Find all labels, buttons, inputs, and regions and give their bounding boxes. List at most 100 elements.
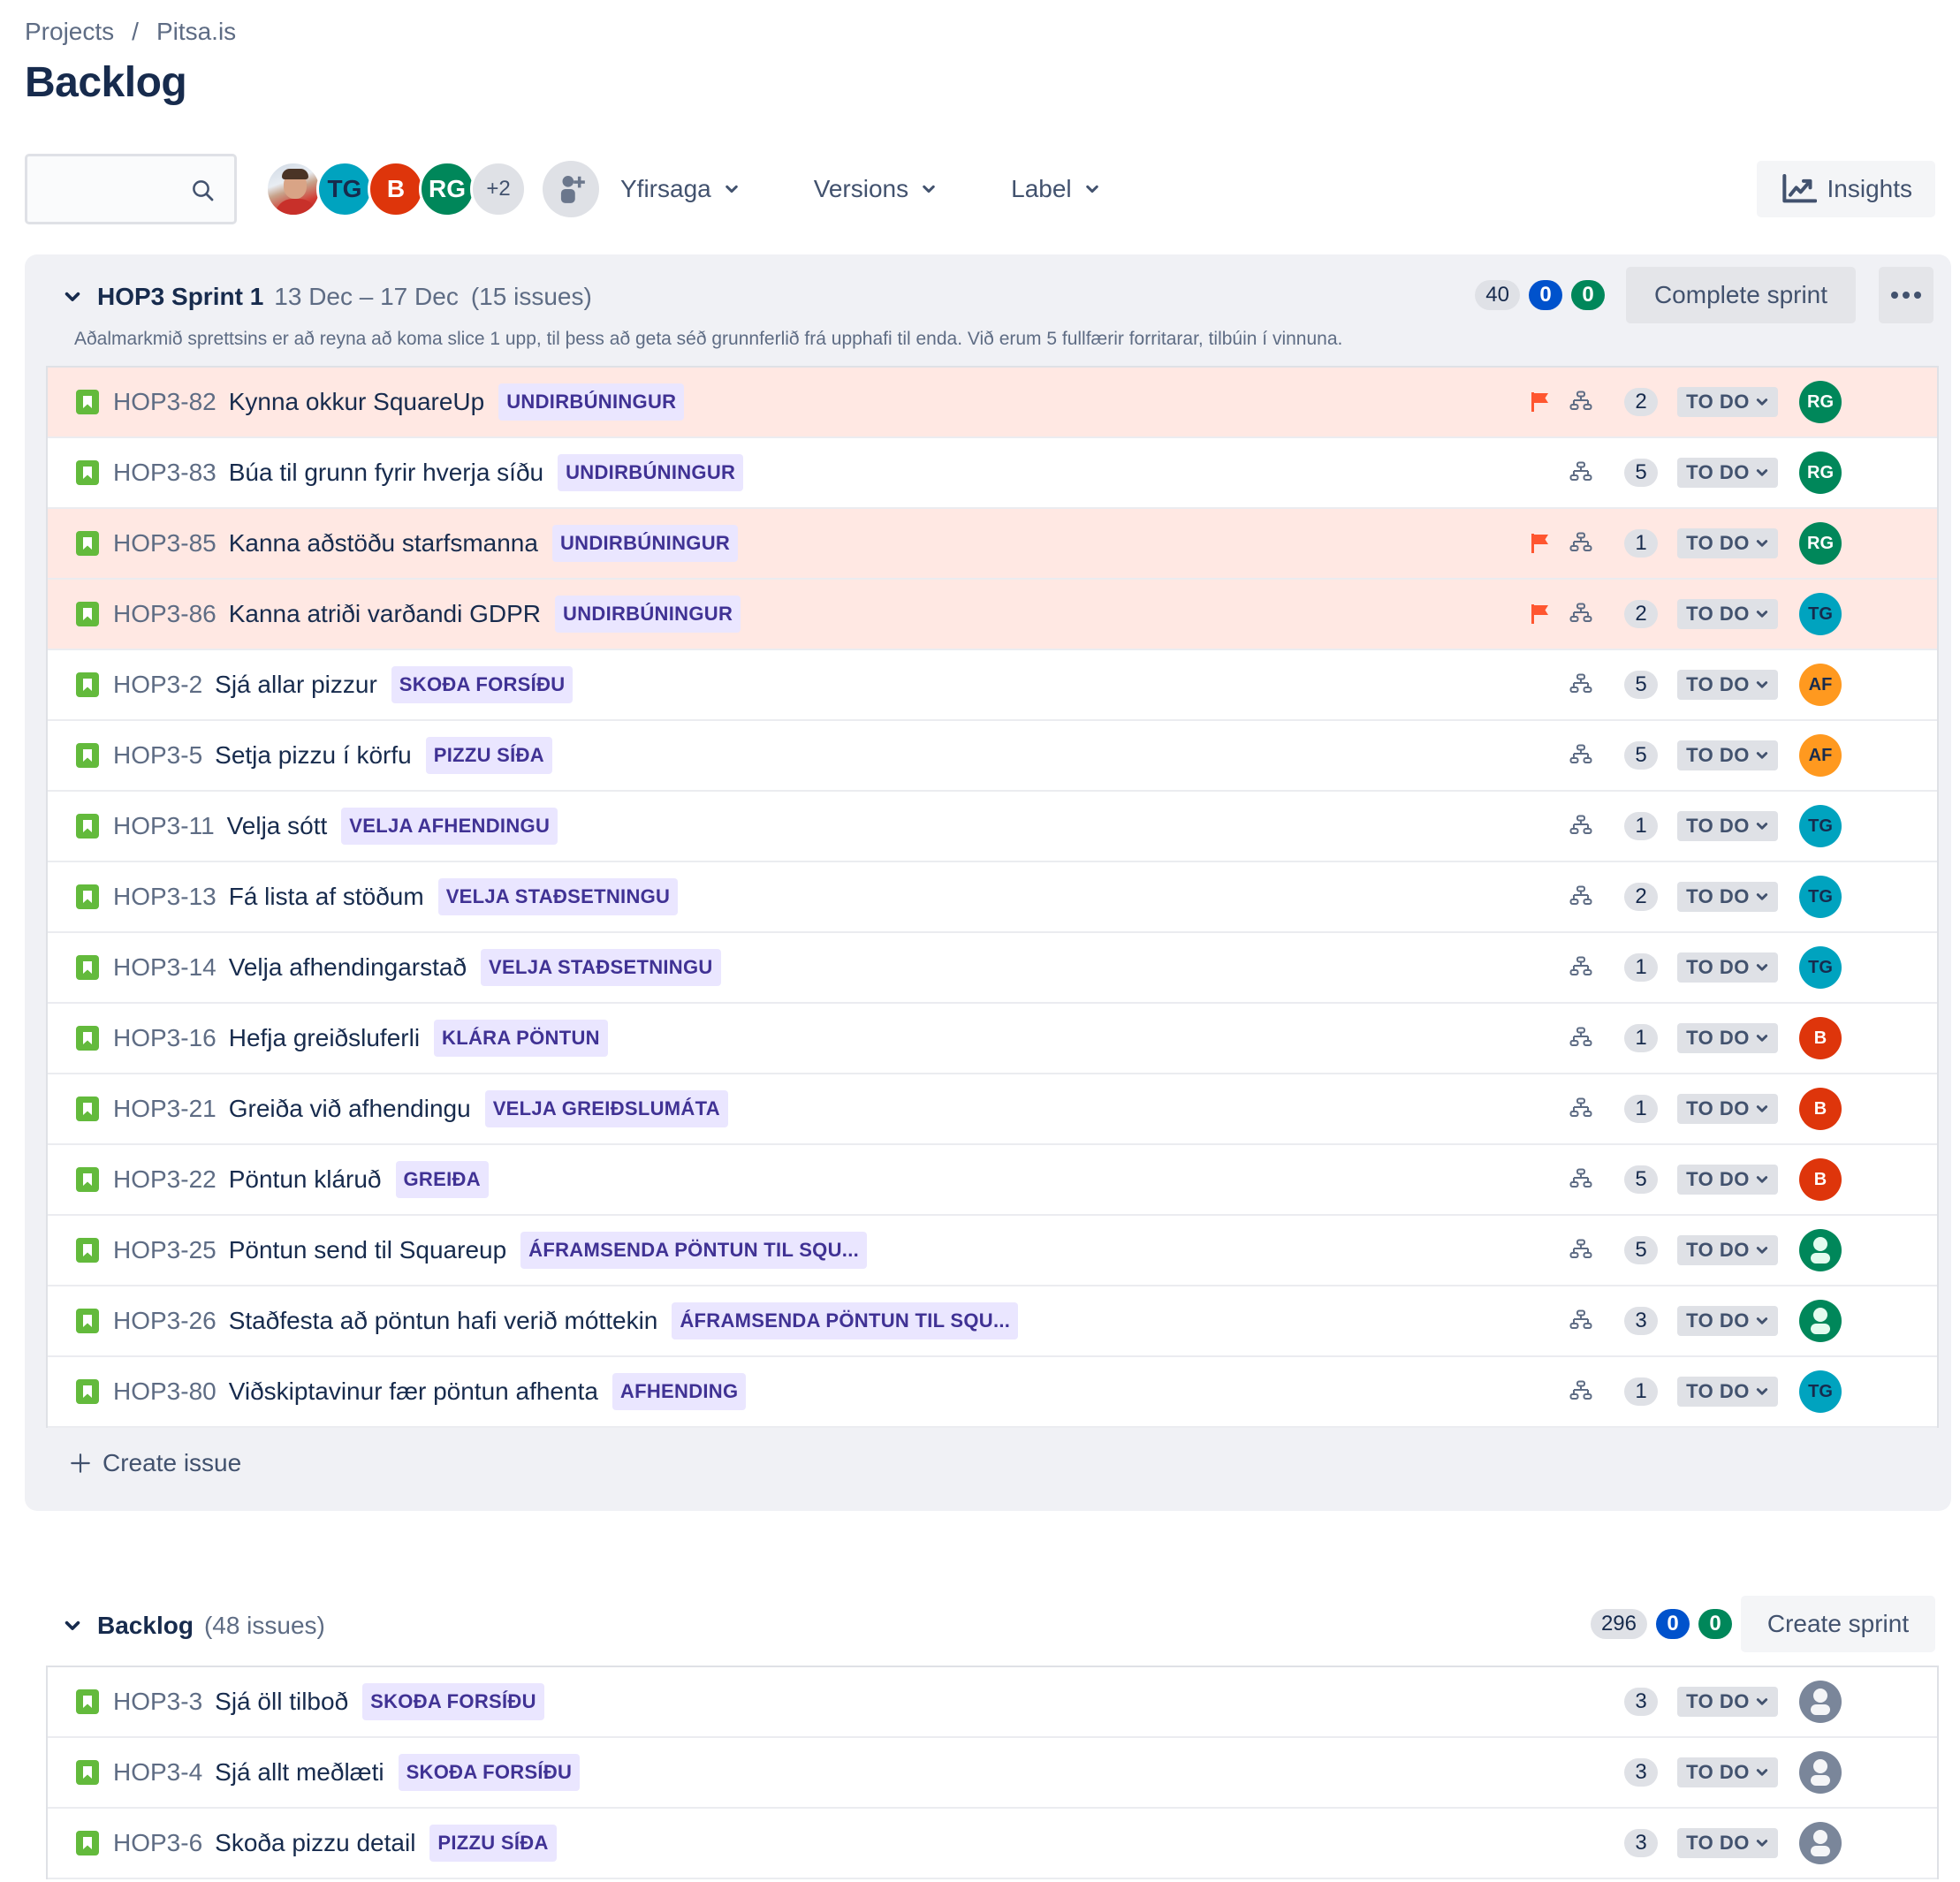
breadcrumb-project[interactable]: Pitsa.is bbox=[156, 18, 236, 46]
issue-key[interactable]: HOP3-21 bbox=[113, 1095, 217, 1123]
issue-key[interactable]: HOP3-26 bbox=[113, 1307, 217, 1335]
avatar-photo[interactable] bbox=[265, 161, 322, 217]
assignee-avatar[interactable]: AF bbox=[1799, 664, 1842, 706]
status-dropdown[interactable]: TO DO bbox=[1677, 458, 1778, 488]
issue-row[interactable]: HOP3-5 Setja pizzu í körfu PIZZU SÍÐA 5 TO D… bbox=[48, 721, 1937, 792]
assignee-avatar[interactable]: B bbox=[1799, 1088, 1842, 1130]
issue-summary[interactable]: Kanna aðstöðu starfsmanna bbox=[229, 529, 538, 558]
issue-row[interactable]: HOP3-3 Sjá öll tilboð SKOÐA FORSÍÐU 3 TO DO bbox=[48, 1667, 1937, 1738]
issue-key[interactable]: HOP3-11 bbox=[113, 812, 215, 840]
issue-row[interactable]: HOP3-82 Kynna okkur SquareUp UNDIRBÚNINGUR… bbox=[48, 368, 1937, 438]
issue-row[interactable]: HOP3-80 Viðskiptavinur fær pöntun afhenta… bbox=[48, 1357, 1937, 1428]
issue-key[interactable]: HOP3-3 bbox=[113, 1688, 202, 1716]
epic-label[interactable]: PIZZU SÍÐA bbox=[425, 737, 552, 774]
collapse-chevron-icon[interactable] bbox=[60, 285, 85, 309]
epic-label[interactable]: SKOÐA FORSÍÐU bbox=[398, 1754, 581, 1791]
issue-key[interactable]: HOP3-4 bbox=[113, 1758, 202, 1787]
issue-row[interactable]: HOP3-16 Hefja greiðsluferli KLÁRA PÖNTUN 1 T… bbox=[48, 1004, 1937, 1074]
issue-key[interactable]: HOP3-5 bbox=[113, 741, 202, 770]
issue-row[interactable]: HOP3-83 Búa til grunn fyrir hverja síðu UN… bbox=[48, 438, 1937, 509]
assignee-avatar[interactable]: TG bbox=[1799, 805, 1842, 847]
insights-button[interactable]: Insights bbox=[1756, 161, 1935, 217]
complete-sprint-button[interactable]: Complete sprint bbox=[1626, 267, 1856, 323]
status-dropdown[interactable]: TO DO bbox=[1677, 1377, 1778, 1407]
create-sprint-button[interactable]: Create sprint bbox=[1741, 1596, 1935, 1652]
epic-label[interactable]: UNDIRBÚNINGUR bbox=[551, 525, 739, 562]
status-dropdown[interactable]: TO DO bbox=[1677, 528, 1778, 558]
epic-label[interactable]: VELJA AFHENDINGU bbox=[341, 808, 558, 845]
status-dropdown[interactable]: TO DO bbox=[1677, 599, 1778, 629]
issue-summary[interactable]: Sjá öll tilboð bbox=[215, 1688, 348, 1716]
issue-summary[interactable]: Pöntun kláruð bbox=[229, 1165, 382, 1194]
assignee-avatar[interactable]: AF bbox=[1799, 734, 1842, 777]
issue-row[interactable]: HOP3-26 Staðfesta að pöntun hafi verið mó… bbox=[48, 1286, 1937, 1357]
issue-summary[interactable]: Hefja greiðsluferli bbox=[229, 1024, 420, 1052]
status-dropdown[interactable]: TO DO bbox=[1677, 670, 1778, 700]
status-dropdown[interactable]: TO DO bbox=[1677, 1687, 1778, 1717]
epic-label[interactable]: KLÁRA PÖNTUN bbox=[434, 1020, 608, 1057]
status-dropdown[interactable]: TO DO bbox=[1677, 882, 1778, 912]
status-dropdown[interactable]: TO DO bbox=[1677, 740, 1778, 770]
assignee-avatar-unassigned[interactable] bbox=[1799, 1751, 1842, 1794]
status-dropdown[interactable]: TO DO bbox=[1677, 1828, 1778, 1858]
issue-summary[interactable]: Fá lista af stöðum bbox=[229, 883, 424, 911]
status-dropdown[interactable]: TO DO bbox=[1677, 1023, 1778, 1053]
issue-row[interactable]: HOP3-4 Sjá allt meðlæti SKOÐA FORSÍÐU 3 TO D… bbox=[48, 1738, 1937, 1809]
epic-label[interactable]: AFHENDING bbox=[612, 1373, 747, 1410]
issue-key[interactable]: HOP3-14 bbox=[113, 953, 217, 982]
issue-row[interactable]: HOP3-22 Pöntun kláruð GREIÐA 5 TO DO B bbox=[48, 1145, 1937, 1216]
issue-summary[interactable]: Sjá allt meðlæti bbox=[215, 1758, 384, 1787]
status-dropdown[interactable]: TO DO bbox=[1677, 387, 1778, 417]
epic-label[interactable]: VELJA STAÐSETNINGU bbox=[481, 949, 721, 986]
epic-label[interactable]: ÁFRAMSENDA PÖNTUN TIL SQU... bbox=[672, 1302, 1019, 1339]
issue-row[interactable]: HOP3-85 Kanna aðstöðu starfsmanna UNDIRBÚN… bbox=[48, 509, 1937, 580]
issue-row[interactable]: HOP3-6 Skoða pizzu detail PIZZU SÍÐA 3 TO DO bbox=[48, 1809, 1937, 1879]
epic-label[interactable]: SKOÐA FORSÍÐU bbox=[362, 1683, 544, 1720]
issue-summary[interactable]: Búa til grunn fyrir hverja síðu bbox=[229, 459, 543, 487]
status-dropdown[interactable]: TO DO bbox=[1677, 811, 1778, 841]
epic-label[interactable]: PIZZU SÍÐA bbox=[429, 1825, 557, 1862]
issue-key[interactable]: HOP3-83 bbox=[113, 459, 217, 487]
issue-key[interactable]: HOP3-25 bbox=[113, 1236, 217, 1264]
assignee-avatar[interactable]: TG bbox=[1799, 946, 1842, 989]
avatar-rg[interactable]: RG bbox=[419, 161, 475, 217]
issue-summary[interactable]: Sjá allar pizzur bbox=[215, 671, 377, 699]
collapse-chevron-icon[interactable] bbox=[60, 1613, 85, 1638]
status-dropdown[interactable]: TO DO bbox=[1677, 1094, 1778, 1124]
issue-key[interactable]: HOP3-13 bbox=[113, 883, 217, 911]
assignee-avatar[interactable]: RG bbox=[1799, 522, 1842, 565]
search-box[interactable] bbox=[25, 154, 237, 224]
issue-row[interactable]: HOP3-21 Greiða við afhendingu VELJA GREIÐS… bbox=[48, 1074, 1937, 1145]
issue-key[interactable]: HOP3-16 bbox=[113, 1024, 217, 1052]
avatar-b[interactable]: B bbox=[368, 161, 424, 217]
status-dropdown[interactable]: TO DO bbox=[1677, 1235, 1778, 1265]
issue-key[interactable]: HOP3-6 bbox=[113, 1829, 202, 1857]
issue-key[interactable]: HOP3-22 bbox=[113, 1165, 217, 1194]
assignee-avatar-unassigned[interactable] bbox=[1799, 1822, 1842, 1864]
assignee-avatar[interactable]: TG bbox=[1799, 1370, 1842, 1413]
epic-label[interactable]: ÁFRAMSENDA PÖNTUN TIL SQU... bbox=[520, 1232, 868, 1269]
epic-label[interactable]: VELJA GREIÐSLUMÁTA bbox=[484, 1090, 728, 1127]
assignee-avatar[interactable]: TG bbox=[1799, 593, 1842, 635]
status-dropdown[interactable]: TO DO bbox=[1677, 1165, 1778, 1195]
issue-row[interactable]: HOP3-14 Velja afhendingarstað VELJA STAÐSE… bbox=[48, 933, 1937, 1004]
issue-key[interactable]: HOP3-85 bbox=[113, 529, 217, 558]
avatar-tg[interactable]: TG bbox=[316, 161, 373, 217]
assignee-avatar[interactable]: TG bbox=[1799, 876, 1842, 918]
assignee-avatar-unassigned[interactable] bbox=[1799, 1681, 1842, 1723]
epic-label[interactable]: GREIÐA bbox=[395, 1161, 489, 1198]
epic-label[interactable]: UNDIRBÚNINGUR bbox=[555, 596, 741, 633]
status-dropdown[interactable]: TO DO bbox=[1677, 952, 1778, 983]
epic-label[interactable]: UNDIRBÚNINGUR bbox=[498, 383, 685, 421]
issue-key[interactable]: HOP3-86 bbox=[113, 600, 217, 628]
issue-summary[interactable]: Velja sótt bbox=[227, 812, 328, 840]
filter-label[interactable]: Label bbox=[990, 161, 1121, 217]
issue-summary[interactable]: Kynna okkur SquareUp bbox=[229, 388, 485, 416]
issue-summary[interactable]: Staðfesta að pöntun hafi verið móttekin bbox=[229, 1307, 658, 1335]
assignee-avatar[interactable]: RG bbox=[1799, 381, 1842, 423]
assignee-avatar[interactable]: B bbox=[1799, 1158, 1842, 1201]
issue-key[interactable]: HOP3-80 bbox=[113, 1377, 217, 1406]
assignee-avatar[interactable]: RG bbox=[1799, 452, 1842, 494]
more-actions-button[interactable] bbox=[1879, 267, 1933, 323]
assignee-avatar[interactable]: B bbox=[1799, 1017, 1842, 1059]
